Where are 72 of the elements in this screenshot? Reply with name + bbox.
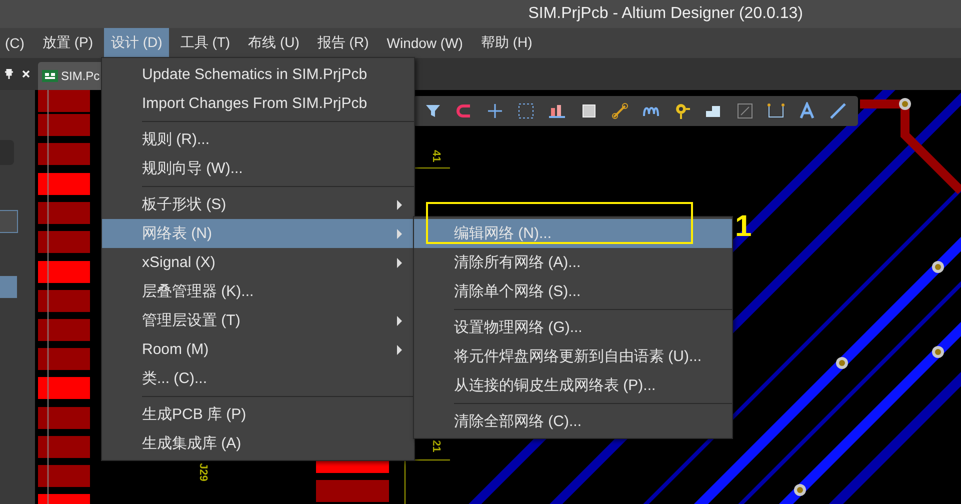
designator: J29: [197, 463, 209, 482]
designator: 21: [430, 440, 442, 452]
magnet-icon[interactable]: [454, 102, 473, 120]
pad: [38, 377, 90, 399]
submenu-arrow-icon: [397, 258, 402, 268]
submenu-arrow-icon: [397, 228, 402, 238]
menu-item[interactable]: 从连接的铜皮生成网络表 (P)...: [414, 371, 732, 400]
pad: [38, 173, 90, 195]
menu-item[interactable]: 生成集成库 (A): [102, 429, 414, 458]
filter-icon[interactable]: [424, 102, 442, 120]
menu-item[interactable]: 设置物理网络 (G)...: [414, 313, 732, 342]
pad: [38, 494, 90, 504]
via: [932, 261, 944, 273]
tab-label: SIM.Pc: [61, 69, 100, 83]
menu-item[interactable]: 层叠管理器 (K)...: [102, 277, 414, 306]
pad: [38, 261, 90, 283]
crosshair-icon[interactable]: [486, 102, 504, 120]
submenu-arrow-icon: [397, 316, 402, 326]
dashed-square-icon[interactable]: [517, 102, 536, 120]
pad: [38, 143, 90, 165]
pad: [38, 407, 90, 429]
menu-item[interactable]: Import Changes From SIM.PrjPcb: [102, 89, 414, 118]
line-icon[interactable]: [829, 102, 848, 120]
pin-icon[interactable]: [4, 69, 13, 79]
submenu-arrow-icon: [397, 344, 402, 354]
pad: [38, 231, 90, 253]
menu-item[interactable]: 规则 (R)...: [102, 125, 414, 154]
pad: [38, 348, 90, 370]
menu-bar-item[interactable]: 放置 (P): [35, 28, 100, 58]
menu-bar-item[interactable]: 工具 (T): [173, 28, 238, 58]
pad: [38, 436, 90, 458]
pad: [38, 114, 90, 136]
menu-item[interactable]: 清除单个网络 (S)...: [414, 277, 732, 306]
menu-bar-item[interactable]: 报告 (R): [310, 28, 376, 58]
menu-bar-item[interactable]: 布线 (U): [241, 28, 306, 58]
menu-bar-item[interactable]: 帮助 (H): [474, 28, 540, 58]
menu-item[interactable]: 管理层设置 (T): [102, 306, 414, 335]
chip-icon[interactable]: [580, 102, 598, 120]
menu-item[interactable]: 清除全部网络 (C)...: [414, 407, 732, 436]
panel-row-highlight: [0, 276, 17, 298]
connection-icon[interactable]: [610, 102, 629, 120]
menu-item[interactable]: 清除所有网络 (A)...: [414, 248, 732, 277]
pin-icon[interactable]: [673, 102, 692, 120]
menu-item[interactable]: Update Schematics in SIM.PrjPcb: [102, 60, 414, 89]
menu-item[interactable]: Room (M): [102, 335, 414, 364]
panel-field[interactable]: [0, 210, 18, 233]
via: [932, 346, 944, 358]
pcb-icon: [42, 70, 58, 82]
submenu-arrow-icon: [397, 200, 402, 210]
menu-item[interactable]: xSignal (X): [102, 248, 414, 277]
menu-item[interactable]: 生成PCB 库 (P): [102, 400, 414, 429]
pad: [38, 465, 90, 487]
via: [794, 484, 806, 496]
menu-bar-item[interactable]: (C): [0, 28, 32, 58]
designator: 41: [430, 150, 442, 162]
via: [899, 98, 911, 110]
pad: [38, 319, 90, 341]
bracket-icon[interactable]: [766, 102, 785, 120]
close-icon[interactable]: [22, 70, 30, 78]
document-tab[interactable]: SIM.Pc: [38, 62, 104, 90]
via: [836, 357, 848, 369]
pad: [38, 202, 90, 224]
menu-bar-item[interactable]: Window (W): [380, 28, 470, 58]
pad: [38, 290, 90, 312]
menu-item[interactable]: 将元件焊盘网络更新到自由语素 (U)...: [414, 342, 732, 371]
menu-item[interactable]: 规则向导 (W)...: [102, 154, 414, 183]
bar-chart-icon[interactable]: [548, 102, 566, 120]
menu-item[interactable]: 板子形状 (S): [102, 190, 414, 219]
menu-item[interactable]: 类... (C)...: [102, 364, 414, 393]
text-icon[interactable]: [798, 102, 816, 120]
pad: [38, 90, 90, 112]
window-title: SIM.PrjPcb - Altium Designer (20.0.13): [528, 5, 803, 23]
